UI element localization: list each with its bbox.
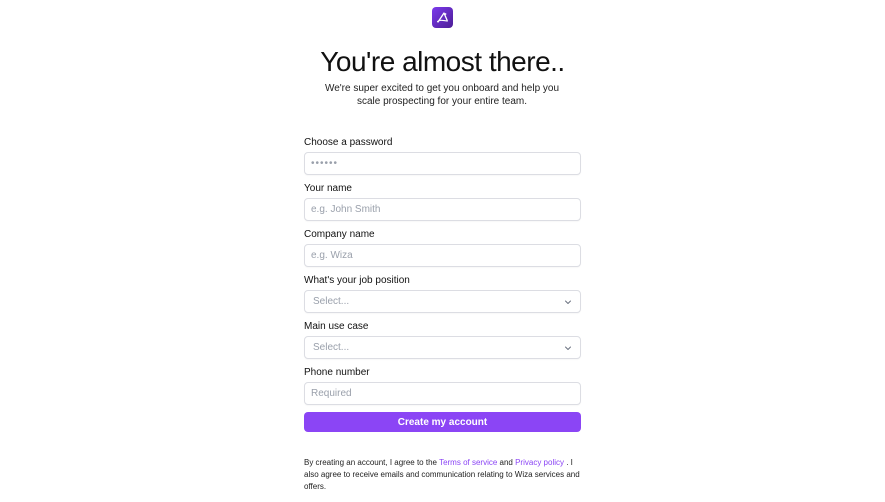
company-label: Company name xyxy=(304,229,375,240)
phone-label: Phone number xyxy=(304,367,370,378)
page-subtitle: We're super excited to get you onboard a… xyxy=(324,83,560,107)
phone-field[interactable] xyxy=(311,388,574,399)
name-field-wrapper xyxy=(304,198,581,221)
page-title: You're almost there.. xyxy=(320,46,565,77)
job-position-selected-value: Select... xyxy=(313,296,350,307)
job-position-label: What's your job position xyxy=(304,275,410,286)
terms-of-service-link[interactable]: Terms of service xyxy=(439,458,497,467)
job-position-select[interactable]: Select... xyxy=(304,290,581,313)
name-label: Your name xyxy=(304,183,352,194)
terms-prefix: By creating an account, I agree to the xyxy=(304,458,440,467)
chevron-down-icon xyxy=(565,346,571,350)
company-field-wrapper xyxy=(304,244,581,267)
privacy-policy-link[interactable]: Privacy policy xyxy=(515,458,564,467)
chevron-down-icon xyxy=(565,300,571,304)
signup-page: You're almost there.. We're super excite… xyxy=(0,0,885,502)
password-field[interactable] xyxy=(311,158,574,169)
terms-notice: By creating an account, I agree to the T… xyxy=(304,457,581,493)
phone-field-wrapper xyxy=(304,382,581,405)
use-case-select[interactable]: Select... xyxy=(304,336,581,359)
wiza-logo-icon xyxy=(432,7,453,28)
password-label: Choose a password xyxy=(304,137,393,148)
use-case-label: Main use case xyxy=(304,321,369,332)
signup-form: Choose a password Your name Company name… xyxy=(304,136,581,432)
create-account-button[interactable]: Create my account xyxy=(304,412,581,432)
company-field[interactable] xyxy=(311,250,574,261)
use-case-selected-value: Select... xyxy=(313,342,350,353)
terms-middle: and xyxy=(497,458,516,467)
password-field-wrapper xyxy=(304,152,581,175)
name-field[interactable] xyxy=(311,204,574,215)
